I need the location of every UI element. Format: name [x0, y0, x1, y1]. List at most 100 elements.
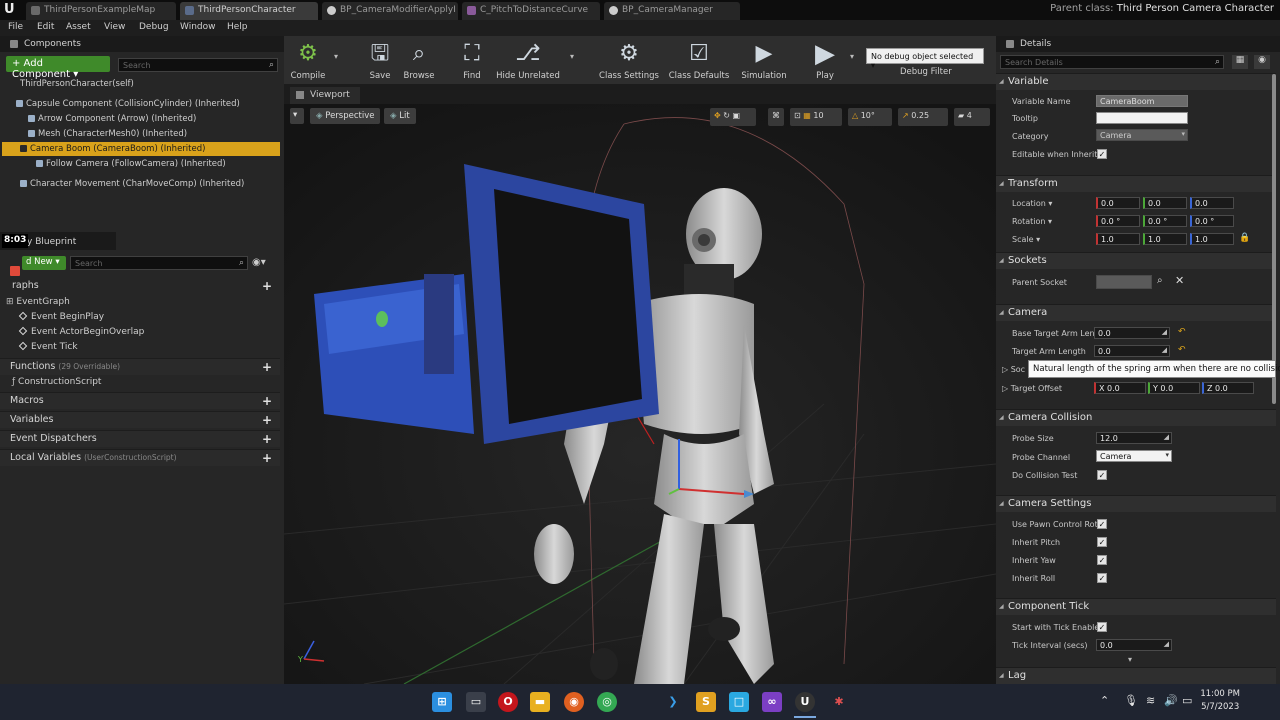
- compile-button[interactable]: ⚙ Compile: [288, 38, 328, 82]
- windows-start-icon[interactable]: ⊞: [432, 692, 452, 712]
- use-pawn-control-rotation-checkbox[interactable]: ✓: [1097, 519, 1107, 529]
- socket-offset-label[interactable]: ▷ Soc: [1002, 365, 1025, 374]
- surface-snap-icon[interactable]: ⌘: [768, 108, 784, 126]
- details-search-input[interactable]: Search Details ⌕: [1000, 55, 1224, 69]
- rotation-label[interactable]: Rotation ▾: [1012, 217, 1052, 226]
- sockets-category[interactable]: Sockets: [996, 252, 1276, 269]
- transform-category[interactable]: Transform: [996, 175, 1276, 192]
- construction-script-item[interactable]: ƒ ConstructionScript: [12, 377, 101, 391]
- functions-section[interactable]: Functions (29 Overridable) +: [0, 358, 280, 375]
- component-arrow[interactable]: Arrow Component (Arrow) (Inherited): [2, 112, 280, 126]
- unreal-engine-icon[interactable]: U: [795, 692, 815, 712]
- perspective-button[interactable]: ◈ Perspective: [310, 108, 381, 124]
- component-follow-camera[interactable]: Follow Camera (FollowCamera) (Inherited): [2, 157, 280, 171]
- location-x-field[interactable]: 0.0: [1096, 197, 1140, 209]
- target-offset-z-field[interactable]: Z 0.0: [1202, 382, 1254, 394]
- debug-object-select[interactable]: No debug object selected ▾: [866, 48, 984, 70]
- menu-debug[interactable]: Debug: [139, 22, 169, 32]
- show-advanced-chevron-icon[interactable]: ▾: [1128, 655, 1132, 664]
- system-clock[interactable]: 11:00 PM 5/7/2023: [1200, 688, 1240, 714]
- local-variables-section[interactable]: Local Variables (UserConstructionScript)…: [0, 449, 280, 466]
- menu-asset[interactable]: Asset: [66, 22, 91, 32]
- details-scrollbar[interactable]: [1272, 74, 1276, 404]
- components-search-input[interactable]: Search ⌕: [118, 58, 278, 72]
- camera-category[interactable]: Camera: [996, 304, 1276, 321]
- scale-y-field[interactable]: 1.0: [1143, 233, 1187, 245]
- scale-z-field[interactable]: 1.0: [1190, 233, 1234, 245]
- rotation-z-field[interactable]: 0.0 °: [1190, 215, 1234, 227]
- tick-interval-field[interactable]: 0.0 ◢: [1096, 639, 1172, 651]
- tab-character[interactable]: ThirdPersonCharacter: [180, 2, 318, 20]
- component-mesh[interactable]: Mesh (CharacterMesh0) (Inherited): [2, 127, 280, 141]
- viewport-options-button[interactable]: ▾: [290, 108, 304, 124]
- variables-section[interactable]: Variables +: [0, 411, 280, 428]
- scale-label[interactable]: Scale ▾: [1012, 235, 1040, 244]
- simulation-button[interactable]: ▶ Simulation: [738, 38, 790, 82]
- find-button[interactable]: ⛶ Find: [454, 38, 490, 82]
- browse-socket-icon[interactable]: ⌕: [1157, 275, 1163, 286]
- target-offset-label[interactable]: ▷ Target Offset: [1002, 384, 1062, 393]
- task-view-icon[interactable]: ▭: [466, 692, 486, 712]
- view-options-icon[interactable]: ◉: [1254, 55, 1270, 69]
- rotation-snap-group[interactable]: △ 10°: [848, 108, 892, 126]
- variable-name-field[interactable]: CameraBoom: [1096, 95, 1188, 107]
- class-defaults-button[interactable]: ☑ Class Defaults: [668, 38, 730, 82]
- tab-map[interactable]: ThirdPersonExampleMap: [26, 2, 176, 20]
- target-offset-y-field[interactable]: Y 0.0: [1148, 382, 1200, 394]
- event-graph-item[interactable]: ⊞ EventGraph: [6, 297, 70, 311]
- component-self[interactable]: ThirdPersonCharacter(self): [2, 77, 280, 91]
- event-tick[interactable]: Event Tick: [18, 341, 78, 356]
- dispatchers-section[interactable]: Event Dispatchers +: [0, 430, 280, 447]
- tab-camera-modifier[interactable]: BP_CameraModifierApplyI: [322, 2, 458, 20]
- app-icon[interactable]: □: [729, 692, 749, 712]
- inherit-roll-checkbox[interactable]: ✓: [1097, 573, 1107, 583]
- tray-overflow-icon[interactable]: ⌃: [1100, 694, 1109, 707]
- add-component-button[interactable]: + Add Component ▾: [6, 56, 110, 80]
- tooltip-field[interactable]: [1096, 112, 1188, 124]
- graphs-section[interactable]: raphs +: [0, 278, 280, 295]
- class-settings-button[interactable]: ⚙ Class Settings: [598, 38, 660, 82]
- target-arm-length-field[interactable]: 0.0 ◢: [1094, 345, 1170, 357]
- component-character-movement[interactable]: Character Movement (CharMoveComp) (Inher…: [2, 177, 280, 191]
- transform-mode-group[interactable]: ✥ ↻ ▣: [710, 108, 756, 126]
- inherit-yaw-checkbox[interactable]: ✓: [1097, 555, 1107, 565]
- chrome-icon[interactable]: ◎: [597, 692, 617, 712]
- property-matrix-icon[interactable]: ▦: [1232, 55, 1248, 69]
- save-button[interactable]: 🖫 Save: [362, 38, 398, 82]
- compile-options-chevron-icon[interactable]: ▾: [334, 52, 338, 61]
- add-new-button[interactable]: d New ▾: [22, 256, 66, 270]
- start-with-tick-checkbox[interactable]: ✓: [1097, 622, 1107, 632]
- lag-category[interactable]: Lag: [996, 667, 1276, 684]
- menu-window[interactable]: Window: [180, 22, 216, 32]
- scale-snap-group[interactable]: ↗ 0.25: [898, 108, 948, 126]
- camera-speed-group[interactable]: ▰ 4: [954, 108, 990, 126]
- event-actor-begin-overlap[interactable]: Event ActorBeginOverlap: [18, 326, 144, 341]
- hide-unrelated-button[interactable]: ⎇ Hide Unrelated: [496, 38, 560, 82]
- add-variable-icon[interactable]: +: [262, 413, 272, 427]
- hide-unrelated-chevron-icon[interactable]: ▾: [570, 52, 574, 61]
- location-label[interactable]: Location ▾: [1012, 199, 1052, 208]
- tab-viewport[interactable]: Viewport: [290, 87, 360, 104]
- do-collision-test-checkbox[interactable]: ✓: [1097, 470, 1107, 480]
- menu-help[interactable]: Help: [227, 22, 248, 32]
- macros-section[interactable]: Macros +: [0, 392, 280, 409]
- tab-camera-manager[interactable]: BP_CameraManager: [604, 2, 740, 20]
- component-tick-category[interactable]: Component Tick: [996, 598, 1276, 615]
- volume-icon[interactable]: 🔊: [1164, 694, 1178, 707]
- editable-inherited-checkbox[interactable]: ✓: [1097, 149, 1107, 159]
- vscode-icon[interactable]: ❯: [663, 692, 683, 712]
- wifi-icon[interactable]: ≋: [1146, 694, 1155, 707]
- event-begin-play[interactable]: Event BeginPlay: [18, 311, 104, 326]
- add-dispatcher-icon[interactable]: +: [262, 432, 272, 446]
- component-capsule[interactable]: Capsule Component (CollisionCylinder) (I…: [2, 97, 280, 111]
- firefox-icon[interactable]: ◉: [564, 692, 584, 712]
- reset-to-default-icon[interactable]: ↶: [1178, 327, 1186, 337]
- component-camera-boom[interactable]: Camera Boom (CameraBoom) (Inherited): [2, 142, 280, 156]
- reset-to-default-icon[interactable]: ↶: [1178, 345, 1186, 355]
- add-graph-icon[interactable]: +: [262, 279, 272, 293]
- microphone-icon[interactable]: 🎙: [1124, 694, 1138, 707]
- add-function-icon[interactable]: +: [262, 360, 272, 374]
- parent-socket-field[interactable]: [1096, 275, 1152, 289]
- location-z-field[interactable]: 0.0: [1190, 197, 1234, 209]
- camera-settings-category[interactable]: Camera Settings: [996, 495, 1276, 512]
